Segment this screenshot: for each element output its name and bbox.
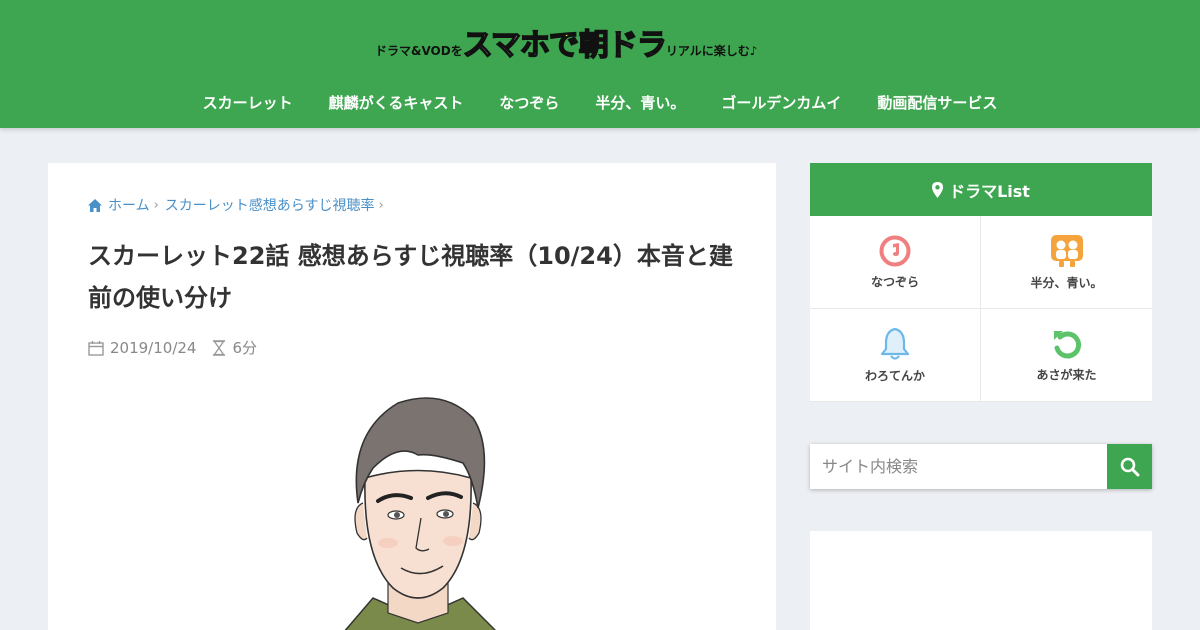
music-disc-icon — [879, 235, 911, 266]
site-logo[interactable]: ドラマ&VODを スマホ で 朝ドラ リアルに楽しむ♪ — [375, 20, 758, 64]
drama-item-hanbun-aoi[interactable]: 半分、青い。 — [981, 216, 1152, 309]
drama-item-warotenka[interactable]: わろてんか — [810, 309, 981, 402]
drama-item-label: わろてんか — [864, 368, 925, 383]
site-header: ドラマ&VODを スマホ で 朝ドラ リアルに楽しむ♪ スカーレット 麒麟がくる… — [0, 0, 1200, 128]
home-icon — [88, 198, 102, 212]
drama-item-label: 半分、青い。 — [1030, 275, 1103, 290]
nav-item-hanbun-aoi[interactable]: 半分、青い。 — [577, 80, 703, 126]
logo-text-part1: ドラマ&VODを — [375, 44, 463, 58]
hourglass-icon — [213, 339, 226, 356]
logo-text-part4: 朝ドラ — [578, 27, 668, 64]
global-nav: スカーレット 麒麟がくるキャスト なつぞら 半分、青い。 ゴールデンカムイ 動画… — [0, 80, 1200, 126]
undo-icon — [1053, 330, 1081, 358]
article-card: ホーム › スカーレット感想あらすじ視聴率 › スカーレット22話 感想あらすじ… — [48, 163, 776, 630]
drama-item-label: なつぞら — [870, 274, 919, 289]
post-date: 2019/10/24 — [110, 338, 197, 357]
article-meta: 2019/10/24 6分 — [88, 337, 257, 358]
logo-text-part3: で — [548, 27, 580, 64]
breadcrumb-home-link[interactable]: ホーム — [108, 195, 150, 215]
sidebar-widget-box — [810, 531, 1152, 630]
search-input[interactable] — [810, 444, 1107, 489]
article-title: スカーレット22話 感想あらすじ視聴率（10/24）本音と建前の使い分け — [88, 242, 733, 312]
drama-list-widget: ドラマList なつぞら 半分、青い。 わろてんか あさが来た — [810, 163, 1152, 402]
search-icon — [1120, 457, 1139, 476]
nav-item-scarlet[interactable]: スカーレット — [185, 80, 311, 126]
read-time: 6分 — [232, 339, 258, 357]
calendar-icon — [88, 340, 104, 356]
map-pin-icon — [932, 181, 944, 198]
nav-item-vod-services[interactable]: 動画配信サービス — [859, 80, 1015, 126]
drama-item-asagakita[interactable]: あさが来た — [981, 309, 1152, 402]
drama-item-natsuzora[interactable]: なつぞら — [810, 216, 981, 309]
logo-text-part2: スマホ — [462, 27, 551, 64]
drama-list-header: ドラマList — [810, 163, 1152, 216]
search-button[interactable] — [1107, 444, 1152, 489]
breadcrumb-category-link[interactable]: スカーレット感想あらすじ視聴率 — [165, 195, 375, 215]
drama-list-title: ドラマList — [949, 181, 1030, 201]
nav-item-golden-kamuy[interactable]: ゴールデンカムイ — [703, 80, 859, 126]
drama-item-label: あさが来た — [1036, 367, 1097, 382]
site-search — [810, 444, 1152, 489]
chevron-right-icon: › — [378, 197, 384, 213]
nav-item-kirin-cast[interactable]: 麒麟がくるキャスト — [311, 80, 482, 126]
people-icon — [1050, 234, 1083, 267]
chevron-right-icon: › — [153, 197, 159, 213]
logo-text-part5: リアルに楽しむ♪ — [665, 44, 758, 58]
character-illustration — [344, 397, 497, 630]
breadcrumb: ホーム › スカーレット感想あらすじ視聴率 › — [88, 195, 390, 215]
nav-item-natsuzora[interactable]: なつぞら — [481, 80, 577, 126]
bell-icon — [880, 327, 910, 360]
